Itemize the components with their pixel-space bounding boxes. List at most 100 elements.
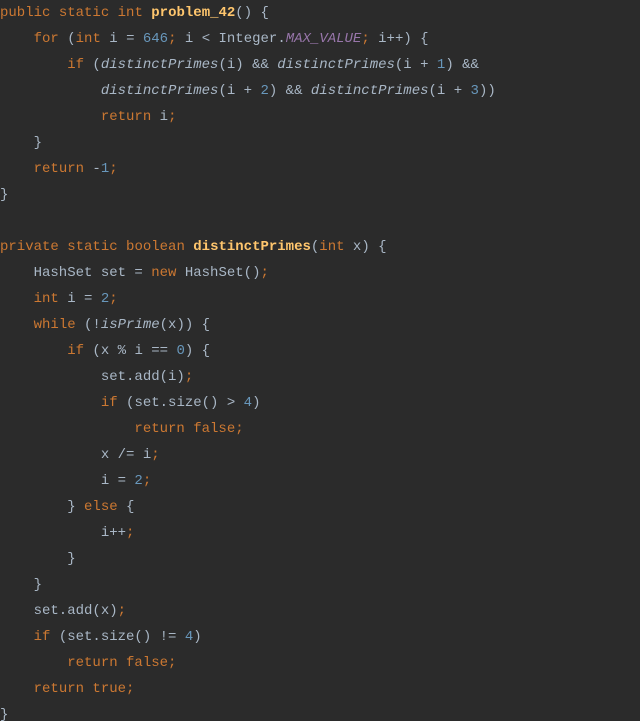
code-line: set.add(i); (0, 369, 193, 385)
code-line: } (0, 551, 76, 567)
code-token (0, 83, 101, 99)
code-token (0, 681, 34, 697)
code-token: return (34, 161, 84, 177)
code-token: i = (0, 473, 134, 489)
code-token: ; (126, 525, 134, 541)
code-line: i = 2; (0, 473, 151, 489)
code-token: (i + (429, 83, 471, 99)
code-token: 2 (134, 473, 142, 489)
code-line: HashSet set = new HashSet(); (0, 265, 269, 281)
code-token: i = (59, 291, 101, 307)
code-token: static (59, 5, 109, 21)
code-token: ; (109, 291, 117, 307)
code-token: if (67, 343, 84, 359)
code-token: (set.size() != (50, 629, 184, 645)
code-token: ; (260, 265, 268, 281)
code-token: distinctPrimes (277, 57, 395, 73)
code-token: i < Integer. (177, 31, 286, 47)
code-token: public (0, 5, 50, 21)
code-line: return false; (0, 655, 176, 671)
code-token: distinctPrimes (193, 239, 311, 255)
code-token: ; (143, 473, 151, 489)
code-token: i (151, 109, 168, 125)
code-token: () { (235, 5, 269, 21)
code-token: int (118, 5, 143, 21)
code-block: public static int problem_42() { for (in… (0, 0, 640, 721)
code-line: } (0, 135, 42, 151)
code-line: if (set.size() > 4) (0, 395, 260, 411)
code-token: private (0, 239, 59, 255)
code-token (0, 395, 101, 411)
code-token: } (0, 135, 42, 151)
code-token: 2 (260, 83, 268, 99)
code-line: while (!isPrime(x)) { (0, 317, 210, 333)
code-token: (i + (395, 57, 437, 73)
code-token: set.add(i) (0, 369, 185, 385)
code-token: )) (479, 83, 496, 99)
code-token: distinctPrimes (101, 57, 219, 73)
code-line: if (distinctPrimes(i) && distinctPrimes(… (0, 57, 479, 73)
code-token: i++) { (370, 31, 429, 47)
code-token: ; (168, 31, 176, 47)
code-line: } (0, 707, 8, 721)
code-line: return true; (0, 681, 134, 697)
code-token (118, 239, 126, 255)
code-token (0, 31, 34, 47)
code-token: ; (235, 421, 243, 437)
code-token: ; (126, 681, 134, 697)
code-token: ; (151, 447, 159, 463)
code-token: return (101, 109, 151, 125)
code-token: if (101, 395, 118, 411)
code-token (0, 629, 34, 645)
code-token (185, 239, 193, 255)
code-token: while (34, 317, 76, 333)
code-token: } (0, 707, 8, 721)
code-token: ; (361, 31, 369, 47)
code-token: 0 (176, 343, 184, 359)
code-token: ( (67, 31, 75, 47)
code-token: return true (34, 681, 126, 697)
code-token: x /= i (0, 447, 151, 463)
code-token: MAX_VALUE (286, 31, 362, 47)
code-token: (x % i == (84, 343, 176, 359)
code-token: (i) && (218, 57, 277, 73)
code-token: { (118, 499, 135, 515)
code-token (50, 5, 58, 21)
code-line: } else { (0, 499, 134, 515)
code-token: int (319, 239, 344, 255)
code-line: return i; (0, 109, 176, 125)
code-token: int (76, 31, 101, 47)
code-token: 4 (244, 395, 252, 411)
code-token: i = (101, 31, 143, 47)
code-line: i++; (0, 525, 134, 541)
code-line: } (0, 577, 42, 593)
code-token: 4 (185, 629, 193, 645)
code-token: int (34, 291, 59, 307)
code-token: ) && (269, 83, 311, 99)
code-token (59, 31, 67, 47)
code-line: if (x % i == 0) { (0, 343, 210, 359)
code-token: else (84, 499, 118, 515)
code-line: } (0, 187, 8, 203)
code-token (0, 161, 34, 177)
code-token: - (84, 161, 101, 177)
code-token: x) { (345, 239, 387, 255)
code-line: private static boolean distinctPrimes(in… (0, 239, 387, 255)
code-token: } (0, 577, 42, 593)
code-token: distinctPrimes (101, 83, 219, 99)
code-token: distinctPrimes (311, 83, 429, 99)
code-token: ; (168, 109, 176, 125)
code-token: ) { (185, 343, 210, 359)
code-token: new (151, 265, 176, 281)
code-token: (i + (218, 83, 260, 99)
code-token: boolean (126, 239, 185, 255)
code-token: if (67, 57, 84, 73)
code-token: } (0, 551, 76, 567)
code-token (0, 655, 67, 671)
code-line: distinctPrimes(i + 2) && distinctPrimes(… (0, 83, 496, 99)
code-token: for (34, 31, 59, 47)
code-token: (! (76, 317, 101, 333)
code-token: ) (252, 395, 260, 411)
code-line: int i = 2; (0, 291, 118, 307)
code-token: HashSet() (176, 265, 260, 281)
